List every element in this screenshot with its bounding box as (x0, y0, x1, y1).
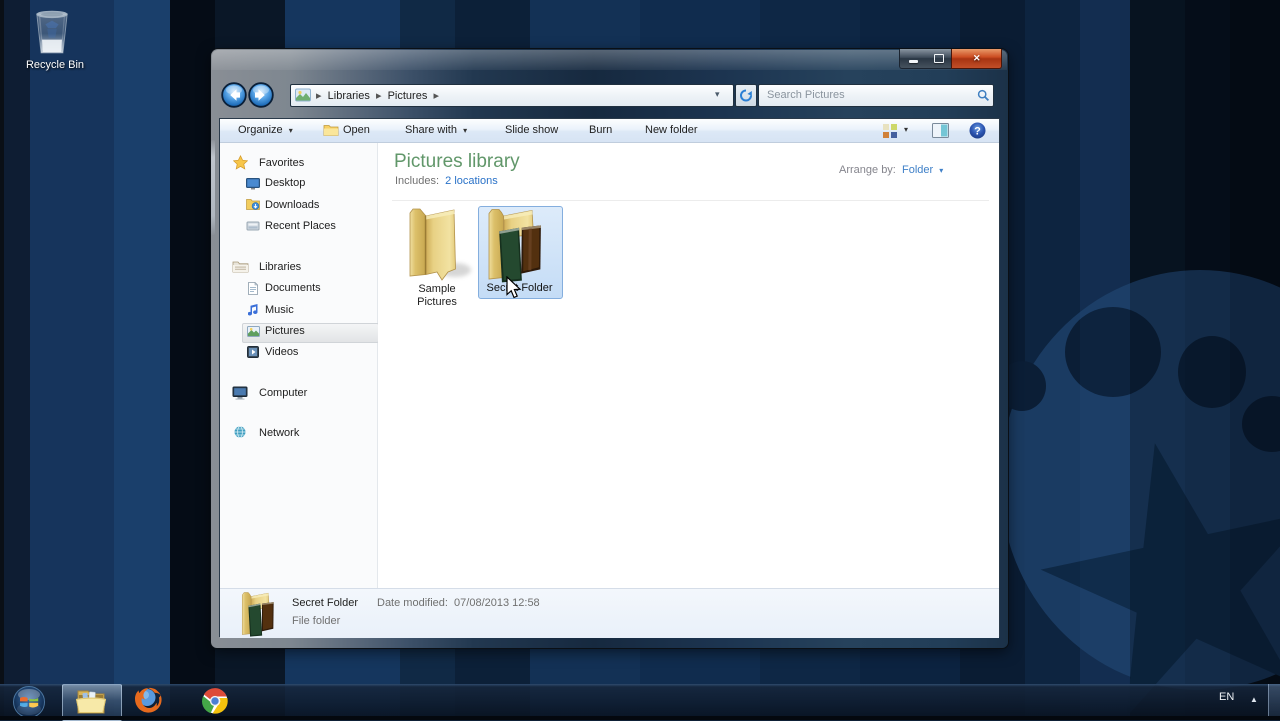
svg-text:?: ? (974, 126, 981, 138)
